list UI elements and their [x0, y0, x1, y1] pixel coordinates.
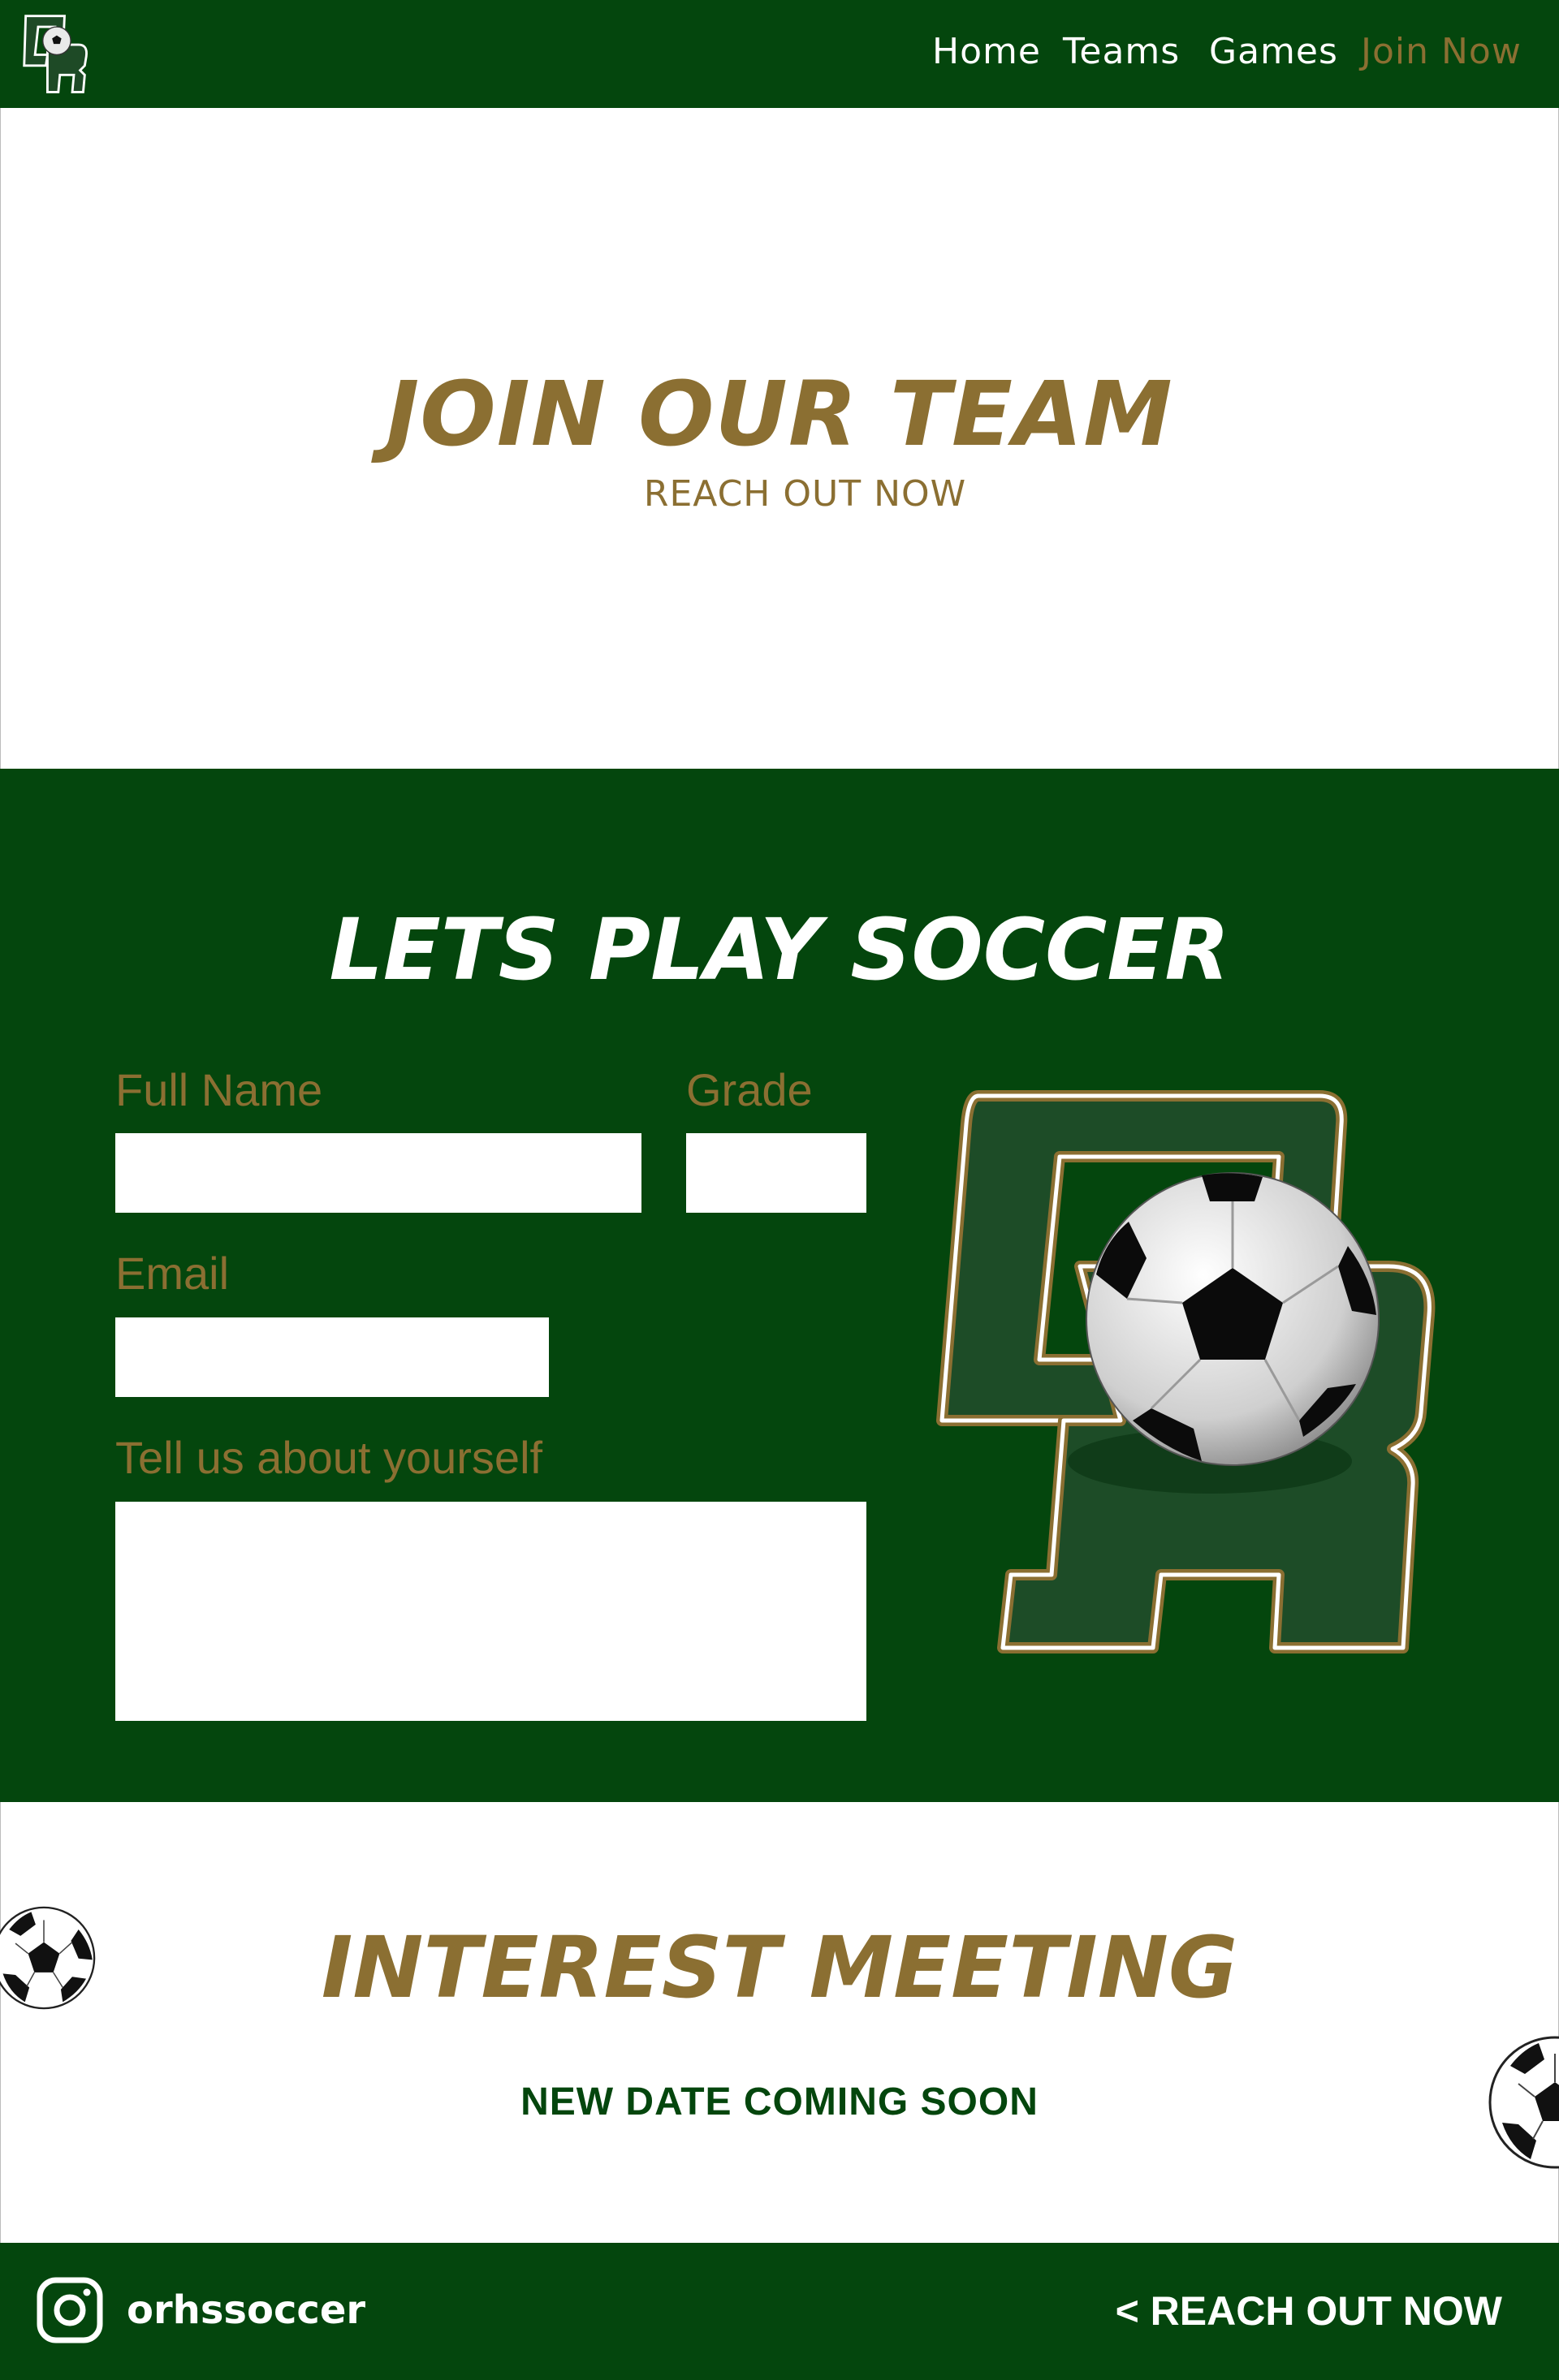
- meeting-date-text: NEW DATE COMING SOON: [520, 2080, 1039, 2123]
- instagram-icon[interactable]: [36, 2276, 104, 2344]
- full-name-input[interactable]: [115, 1133, 641, 1213]
- about-label: Tell us about yourself: [115, 1432, 543, 1483]
- email-input[interactable]: [115, 1317, 549, 1397]
- reach-out-now-link[interactable]: < REACH OUT NOW: [1116, 2287, 1502, 2335]
- or-soccer-logo-icon[interactable]: [16, 10, 94, 99]
- interest-meeting-section: [0, 1802, 1559, 2243]
- grade-input[interactable]: [686, 1133, 866, 1213]
- hero-subtitle: REACH OUT NOW: [643, 473, 967, 515]
- instagram-handle-link[interactable]: orhssoccer: [127, 2287, 365, 2333]
- or-soccer-logo-icon: [936, 1090, 1436, 1653]
- form-title: LETS PLAY SOCCER: [329, 900, 1230, 999]
- soccer-ball-icon: [0, 1906, 96, 2010]
- soccer-ball-icon: [1488, 2036, 1559, 2169]
- about-textarea[interactable]: [115, 1502, 866, 1721]
- hero-title: JOIN OUR TEAM: [386, 362, 1173, 466]
- full-name-label: Full Name: [115, 1064, 323, 1115]
- nav-link-teams[interactable]: Teams: [1063, 31, 1180, 72]
- nav-link-join-now[interactable]: Join Now: [1361, 31, 1522, 72]
- meeting-title: INTEREST MEETING: [321, 1918, 1238, 2017]
- nav-link-home[interactable]: Home: [932, 31, 1041, 72]
- grade-label: Grade: [686, 1064, 813, 1115]
- nav-link-games[interactable]: Games: [1209, 31, 1338, 72]
- email-label: Email: [115, 1248, 230, 1299]
